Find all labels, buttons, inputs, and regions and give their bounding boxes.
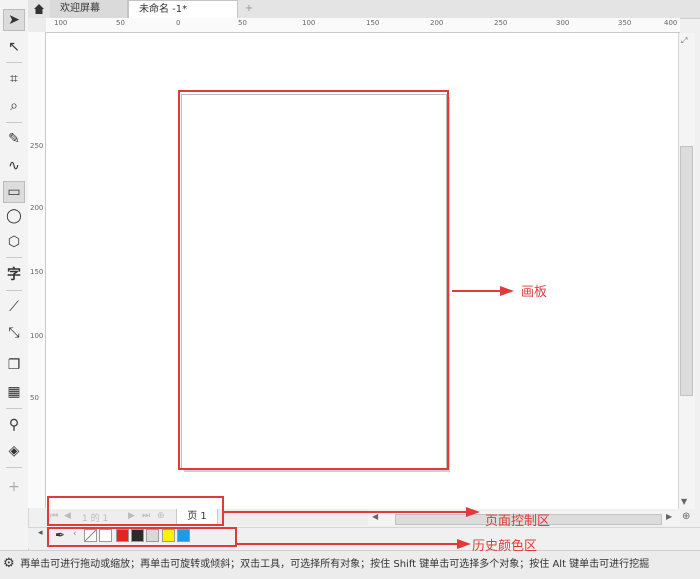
text-tool-icon[interactable]: 字 bbox=[3, 263, 25, 285]
zoom-tool-icon[interactable]: ⌕ bbox=[3, 95, 25, 117]
freehand-tool-icon[interactable]: ✎ bbox=[3, 128, 25, 150]
horizontal-ruler[interactable]: 100 50 0 50 100 150 200 250 300 350 400 bbox=[46, 18, 680, 33]
pick-tool-icon[interactable]: ➤ bbox=[3, 9, 25, 31]
drop-shadow-icon[interactable]: ❐ bbox=[3, 354, 25, 376]
history-colors-arrow-line bbox=[237, 543, 459, 545]
tab-welcome-screen[interactable]: 欢迎屏幕 bbox=[50, 0, 128, 18]
scroll-left-icon[interactable]: ◀ bbox=[372, 512, 378, 521]
document-tabbar: 欢迎屏幕 未命名 -1* + bbox=[28, 0, 700, 19]
polygon-tool-icon[interactable]: ⬡ bbox=[3, 231, 25, 253]
scroll-right-icon[interactable]: ▶ bbox=[666, 512, 672, 521]
tab-untitled-document[interactable]: 未命名 -1* bbox=[128, 0, 238, 18]
toolbox-divider bbox=[6, 467, 22, 468]
ruler-tick-label: 250 bbox=[30, 142, 44, 150]
artboard-label: 画板 bbox=[521, 285, 548, 300]
ruler-tick-label: 100 bbox=[54, 19, 68, 27]
ruler-tick-label: 50 bbox=[238, 19, 247, 27]
history-colors-arrow-head bbox=[457, 539, 471, 549]
ruler-tick-label: 300 bbox=[556, 19, 570, 27]
eyedropper-tool-icon[interactable]: ⚲ bbox=[3, 414, 25, 436]
artboard-annotation-box bbox=[178, 90, 449, 470]
zoom-fit-icon[interactable]: ⤢ bbox=[681, 36, 687, 46]
ruler-tick-label: 200 bbox=[430, 19, 444, 27]
zoom-icon[interactable]: ⊕ bbox=[682, 511, 690, 522]
palette-menu-icon[interactable]: ◂ bbox=[38, 528, 43, 538]
vertical-ruler[interactable]: 250 200 150 100 50 bbox=[28, 32, 46, 508]
ruler-tick-label: 0 bbox=[176, 19, 181, 27]
ruler-tick-label: 100 bbox=[30, 332, 44, 340]
ellipse-tool-icon[interactable]: ◯ bbox=[3, 205, 25, 227]
home-icon bbox=[34, 4, 44, 14]
add-tool-icon[interactable]: + bbox=[3, 476, 25, 498]
status-bar: ⚙ 再单击可进行拖动或缩放；再单击可旋转或倾斜；双击工具，可选择所有对象；按住 … bbox=[0, 550, 700, 579]
toolbox: ➤ ↖ ⌗ ⌕ ✎ ∿ ▭ ◯ ⬡ 字 ⟋ ⤡ ❐ ▦ ⚲ ◈ + bbox=[0, 0, 29, 550]
toolbox-divider bbox=[6, 257, 22, 258]
page-control-arrow-line bbox=[224, 511, 468, 513]
vertical-scroll-thumb[interactable] bbox=[680, 146, 693, 396]
transparency-icon[interactable]: ▦ bbox=[3, 381, 25, 403]
artboard-arrow-line bbox=[452, 290, 500, 292]
page-control-arrow-head bbox=[466, 507, 480, 517]
ruler-tick-label: 150 bbox=[366, 19, 380, 27]
parallel-dimension-icon[interactable]: ⟋ bbox=[3, 296, 25, 318]
shape-tool-icon[interactable]: ↖ bbox=[3, 36, 25, 58]
settings-gear-icon[interactable]: ⚙ bbox=[3, 551, 17, 577]
ruler-tick-label: 100 bbox=[302, 19, 316, 27]
ruler-tick-label: 50 bbox=[116, 19, 125, 27]
page-control-label: 页面控制区 bbox=[485, 514, 551, 529]
rectangle-tool-icon[interactable]: ▭ bbox=[3, 181, 25, 203]
history-colors-annotation-box bbox=[47, 527, 237, 547]
toolbox-divider bbox=[6, 290, 22, 291]
toolbox-divider bbox=[6, 408, 22, 409]
toolbox-divider bbox=[6, 62, 22, 63]
history-colors-label: 历史颜色区 bbox=[472, 539, 538, 554]
artistic-media-icon[interactable]: ∿ bbox=[3, 155, 25, 177]
page-control-annotation-box bbox=[47, 496, 224, 526]
ruler-tick-label: 150 bbox=[30, 268, 44, 276]
toolbox-divider bbox=[6, 122, 22, 123]
connector-tool-icon[interactable]: ⤡ bbox=[3, 322, 25, 344]
crop-tool-icon[interactable]: ⌗ bbox=[3, 68, 25, 90]
scroll-down-icon[interactable]: ▼ bbox=[681, 497, 687, 506]
ruler-origin[interactable] bbox=[28, 18, 47, 33]
ruler-tick-label: 250 bbox=[494, 19, 508, 27]
artboard-arrow-head bbox=[500, 286, 514, 296]
ruler-tick-label: 350 bbox=[618, 19, 632, 27]
home-tab[interactable] bbox=[28, 0, 50, 18]
ruler-tick-label: 400 bbox=[664, 19, 678, 27]
interactive-fill-icon[interactable]: ◈ bbox=[3, 440, 25, 462]
new-tab-button[interactable]: + bbox=[240, 0, 258, 18]
status-hint-text: 再单击可进行拖动或缩放；再单击可旋转或倾斜；双击工具，可选择所有对象；按住 Sh… bbox=[20, 559, 650, 570]
ruler-tick-label: 50 bbox=[30, 394, 39, 402]
ruler-tick-label: 200 bbox=[30, 204, 44, 212]
